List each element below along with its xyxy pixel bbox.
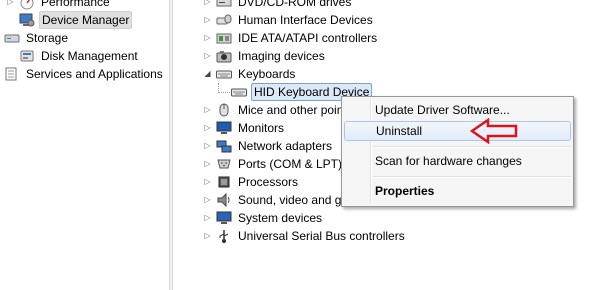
- tree-item-label: Network adapters: [238, 139, 333, 153]
- disk-management-icon: [19, 48, 35, 64]
- tree-item-performance[interactable]: ▷ Performance: [6, 0, 112, 11]
- tree-item-label: Sound, video and ga: [238, 193, 349, 207]
- console-tree-pane: ▷ Performance Device Manager Storage Dis…: [0, 0, 168, 290]
- camera-icon: [216, 48, 232, 64]
- ide-controller-icon: [216, 30, 232, 46]
- performance-icon: [19, 0, 35, 10]
- tree-item-disk-management[interactable]: Disk Management: [19, 47, 140, 65]
- annotation-arrow-icon: [470, 118, 518, 144]
- port-icon: [216, 156, 232, 172]
- tree-item-dvd-cdrom-drives[interactable]: ▷ DVD/CD-ROM drives: [203, 0, 353, 11]
- tree-item-label: Mice and other poin: [238, 103, 344, 117]
- tree-item-label: Performance: [41, 0, 110, 9]
- tree-item-label: System devices: [238, 211, 323, 225]
- menu-separator: [373, 146, 571, 148]
- tree-item-label: Universal Serial Bus controllers: [238, 229, 405, 243]
- tree-item-network-adapters[interactable]: ▷ Network adapters: [203, 137, 334, 155]
- tree-item-label: Monitors: [238, 121, 285, 135]
- system-device-icon: [216, 210, 232, 226]
- tree-item-processors[interactable]: ▷ Processors: [203, 173, 300, 191]
- mouse-icon: [216, 102, 232, 118]
- expand-arrow-icon[interactable]: ▷: [203, 47, 212, 65]
- network-adapter-icon: [216, 138, 232, 154]
- tree-item-services-and-applications[interactable]: Services and Applications: [0, 65, 165, 83]
- tree-item-label: Services and Applications: [26, 67, 163, 81]
- context-menu: Update Driver Software... Uninstall Scan…: [341, 96, 574, 207]
- keyboard-icon: [216, 66, 232, 82]
- services-icon: [4, 66, 20, 82]
- tree-item-label: Device Manager: [39, 11, 133, 29]
- tree-item-mice-and-other-pointing-devices[interactable]: ▷ Mice and other poin: [203, 101, 345, 119]
- tree-item-label: DVD/CD-ROM drives: [238, 0, 352, 9]
- tree-item-label: Keyboards: [238, 67, 296, 81]
- tree-item-storage[interactable]: Storage: [0, 29, 70, 47]
- expand-arrow-icon[interactable]: ▷: [203, 137, 212, 155]
- tree-item-keyboards[interactable]: ◢ Keyboards: [203, 65, 297, 83]
- expand-arrow-icon[interactable]: ▷: [203, 11, 212, 29]
- menu-item-uninstall[interactable]: Uninstall: [344, 121, 571, 141]
- monitor-icon: [216, 120, 232, 136]
- tree-item-sound-video-and-game-controllers[interactable]: ▷ Sound, video and ga: [203, 191, 350, 209]
- tree-item-ide-ata-atapi-controllers[interactable]: ▷ IDE ATA/ATAPI controllers: [203, 29, 379, 47]
- expand-arrow-icon[interactable]: ▷: [203, 0, 212, 11]
- collapse-arrow-icon[interactable]: ◢: [203, 65, 212, 83]
- expand-arrow-icon[interactable]: ▷: [203, 191, 212, 209]
- usb-icon: [216, 228, 232, 244]
- tree-item-label: Human Interface Devices: [238, 13, 373, 27]
- tree-connector: [218, 92, 230, 93]
- menu-item-properties[interactable]: Properties: [344, 181, 571, 201]
- tree-item-ports-com-lpt[interactable]: ▷ Ports (COM & LPT): [203, 155, 344, 173]
- expand-arrow-icon[interactable]: ▷: [203, 173, 212, 191]
- dvd-drive-icon: [216, 0, 232, 10]
- menu-item-update-driver-software[interactable]: Update Driver Software...: [344, 100, 571, 120]
- keyboard-icon: [231, 84, 247, 100]
- expand-arrow-icon[interactable]: ▷: [6, 0, 15, 11]
- menu-separator: [373, 176, 571, 178]
- tree-item-label: IDE ATA/ATAPI controllers: [238, 31, 378, 45]
- speaker-icon: [216, 192, 232, 208]
- menu-item-scan-for-hardware-changes[interactable]: Scan for hardware changes: [344, 151, 571, 171]
- expand-arrow-icon[interactable]: ▷: [203, 155, 212, 173]
- device-manager-icon: [19, 12, 35, 28]
- tree-item-imaging-devices[interactable]: ▷ Imaging devices: [203, 47, 327, 65]
- expand-arrow-icon[interactable]: ▷: [203, 209, 212, 227]
- tree-item-label: Ports (COM & LPT): [238, 157, 343, 171]
- tree-item-system-devices[interactable]: ▷ System devices: [203, 209, 324, 227]
- expand-arrow-icon[interactable]: ▷: [203, 29, 212, 47]
- tree-item-label: Imaging devices: [238, 49, 325, 63]
- tree-item-monitors[interactable]: ▷ Monitors: [203, 119, 286, 137]
- storage-icon: [4, 30, 20, 46]
- device-manager-window: ▷ Performance Device Manager Storage Dis…: [0, 0, 595, 290]
- tree-item-device-manager[interactable]: Device Manager: [19, 11, 133, 29]
- tree-item-label: Processors: [238, 175, 299, 189]
- expand-arrow-icon[interactable]: ▷: [203, 119, 212, 137]
- tree-item-universal-serial-bus-controllers[interactable]: ▷ Universal Serial Bus controllers: [203, 227, 407, 245]
- processor-icon: [216, 174, 232, 190]
- hid-icon: [216, 12, 232, 28]
- tree-item-human-interface-devices[interactable]: ▷ Human Interface Devices: [203, 11, 375, 29]
- tree-item-label: Storage: [26, 31, 69, 45]
- tree-item-label: Disk Management: [41, 49, 138, 63]
- expand-arrow-icon[interactable]: ▷: [203, 227, 212, 245]
- expand-arrow-icon[interactable]: ▷: [203, 101, 212, 119]
